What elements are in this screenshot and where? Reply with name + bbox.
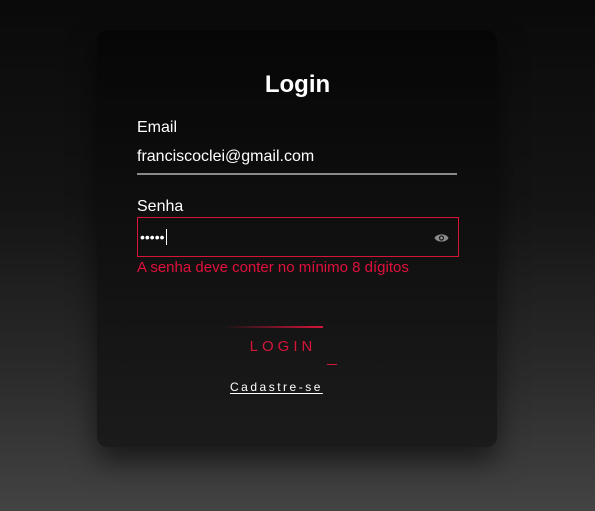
password-value: ••••• bbox=[140, 229, 167, 245]
login-button-label: LOGIN bbox=[249, 338, 317, 355]
password-field[interactable]: ••••• bbox=[137, 217, 459, 257]
login-button-top-line bbox=[224, 326, 323, 328]
password-error-message: A senha deve conter no mínimo 8 dígitos bbox=[137, 259, 409, 276]
password-mask: ••••• bbox=[140, 229, 165, 245]
eye-icon[interactable] bbox=[434, 231, 449, 243]
login-button[interactable]: LOGIN bbox=[224, 326, 342, 366]
page-title: Login bbox=[264, 71, 331, 98]
login-button-bottom-line bbox=[327, 364, 337, 365]
email-label: Email bbox=[137, 119, 178, 136]
email-field[interactable]: franciscoclei@gmail.com bbox=[137, 145, 457, 175]
signup-link[interactable]: Cadastre-se bbox=[230, 380, 323, 394]
text-caret bbox=[165, 229, 167, 245]
password-label: Senha bbox=[137, 198, 184, 215]
